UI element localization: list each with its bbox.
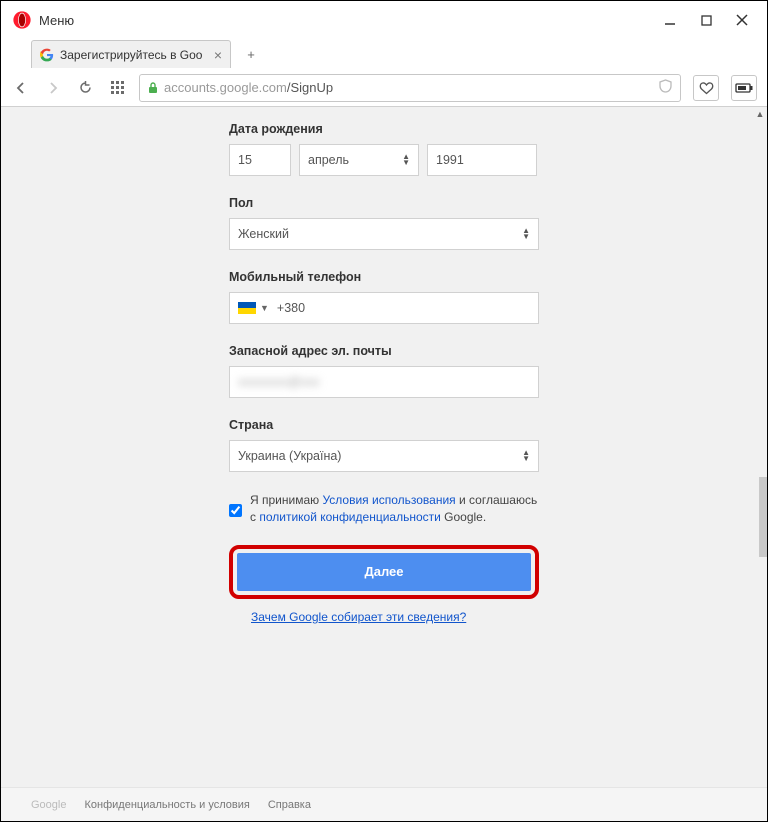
close-window-button[interactable] [735,13,749,27]
gender-select[interactable]: Женский ▲▼ [229,218,539,250]
window-titlebar: Меню [1,1,767,39]
url-host: accounts.google.com [164,80,287,95]
privacy-link[interactable]: политикой конфиденциальности [259,510,440,524]
browser-tab[interactable]: Зарегистрируйтесь в Goo × [31,40,231,68]
country-label: Страна [229,418,539,432]
updown-icon: ▲▼ [402,154,410,166]
tos-row: Я принимаю Условия использования и согла… [229,492,539,527]
country-value: Украина (Україна) [238,449,341,463]
footer-privacy[interactable]: Конфиденциальность и условия [84,799,249,811]
forward-button[interactable] [43,78,63,98]
nav-toolbar: accounts.google.com/SignUp [1,69,767,107]
updown-icon: ▲▼ [522,450,530,462]
battery-saver-button[interactable] [731,75,757,101]
recovery-label: Запасной адрес эл. почты [229,344,539,358]
why-collect-link[interactable]: Зачем Google собирает эти сведения? [251,609,539,626]
gender-field: Пол Женский ▲▼ [229,196,539,250]
reload-button[interactable] [75,78,95,98]
updown-icon: ▲▼ [522,228,530,240]
gender-value: Женский [238,227,289,241]
speed-dial-button[interactable] [107,78,127,98]
minimize-button[interactable] [663,13,677,27]
footer-help[interactable]: Справка [268,799,311,811]
next-button-highlight: Далее [229,545,539,599]
address-bar[interactable]: accounts.google.com/SignUp [139,74,681,102]
dob-field: Дата рождения 15 апрель ▲▼ 1991 [229,122,539,176]
next-button[interactable]: Далее [237,553,531,591]
dob-month-select[interactable]: апрель ▲▼ [299,144,419,176]
tos-text: Я принимаю Условия использования и согла… [250,492,539,527]
footer-google[interactable]: Google [31,799,66,811]
opera-logo-icon [13,11,31,29]
phone-label: Мобильный телефон [229,270,539,284]
dob-day-input[interactable]: 15 [229,144,291,176]
country-field: Страна Украина (Україна) ▲▼ [229,418,539,472]
lock-icon [148,82,158,94]
dob-month-value: апрель [308,153,349,167]
page-content: Дата рождения 15 апрель ▲▼ 1991 Пол Женс… [1,107,767,787]
close-tab-icon[interactable]: × [214,47,222,63]
back-button[interactable] [11,78,31,98]
url-path: /SignUp [287,80,333,95]
tab-strip: Зарегистрируйтесь в Goo × + [1,39,767,69]
url-text: accounts.google.com/SignUp [164,80,653,95]
scrollbar-thumb[interactable] [759,477,767,557]
google-favicon-icon [40,48,54,62]
maximize-button[interactable] [699,13,713,27]
tos-link[interactable]: Условия использования [322,493,455,507]
shield-icon[interactable] [659,79,672,96]
page-footer: Google Конфиденциальность и условия Спра… [1,787,767,821]
phone-input[interactable]: ▼ +380 [229,292,539,324]
tab-title: Зарегистрируйтесь в Goo [60,48,208,62]
scroll-arrow-up-icon[interactable]: ▲ [753,107,767,121]
dob-year-input[interactable]: 1991 [427,144,537,176]
recovery-value: xxxxxxxx@xxx [238,375,319,389]
tos-checkbox[interactable] [229,494,242,527]
bookmark-button[interactable] [693,75,719,101]
menu-label[interactable]: Меню [39,13,74,28]
phone-code: +380 [277,301,305,315]
phone-field: Мобильный телефон ▼ +380 [229,270,539,324]
caret-down-icon[interactable]: ▼ [260,303,269,313]
ukraine-flag-icon [238,302,256,314]
gender-label: Пол [229,196,539,210]
dob-label: Дата рождения [229,122,539,136]
page-viewport: ▲ Дата рождения 15 апрель ▲▼ 1991 Пол Же… [1,107,767,821]
new-tab-button[interactable]: + [239,42,263,66]
signup-form: Дата рождения 15 апрель ▲▼ 1991 Пол Женс… [229,122,539,787]
recovery-input[interactable]: xxxxxxxx@xxx [229,366,539,398]
recovery-email-field: Запасной адрес эл. почты xxxxxxxx@xxx [229,344,539,398]
country-select[interactable]: Украина (Україна) ▲▼ [229,440,539,472]
